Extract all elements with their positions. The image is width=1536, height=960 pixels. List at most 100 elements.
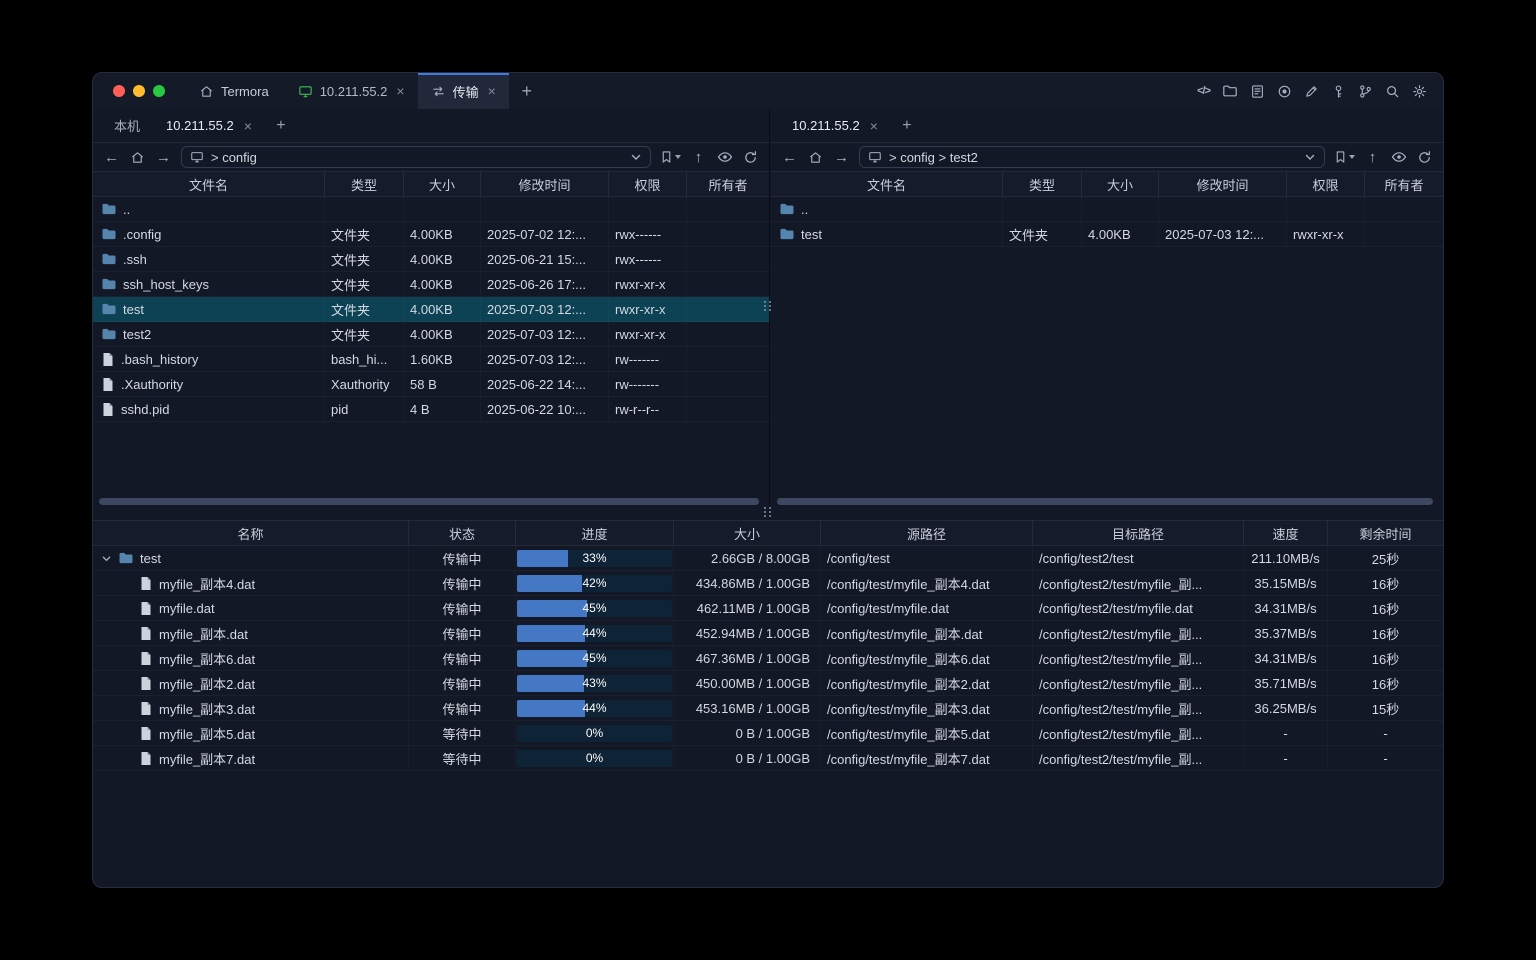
file-row[interactable]: test 文件夹 4.00KB 2025-07-03 12:... rwxr-x… — [771, 222, 1443, 247]
bookmark-button[interactable] — [660, 150, 681, 164]
folder-icon[interactable] — [1222, 83, 1238, 99]
file-row[interactable]: .config 文件夹 4.00KB 2025-07-02 12:... rwx… — [93, 222, 769, 247]
search-icon[interactable] — [1385, 84, 1400, 99]
file-row[interactable]: .. — [771, 197, 1443, 222]
titlebar-tab[interactable]: 传输 × — [418, 73, 509, 109]
transfer-row[interactable]: myfile_副本6.dat 传输中 45% 467.36MB / 1.00GB… — [93, 646, 1443, 671]
back-icon[interactable]: ← — [781, 149, 798, 166]
column-header[interactable]: 修改时间 — [481, 172, 609, 196]
column-header[interactable]: 进度 — [516, 521, 674, 545]
column-header[interactable]: 类型 — [1003, 172, 1082, 196]
column-header[interactable]: 目标路径 — [1033, 521, 1244, 545]
column-header[interactable]: 速度 — [1244, 521, 1328, 545]
file-type: 文件夹 — [325, 322, 404, 346]
file-row[interactable]: .. — [93, 197, 769, 222]
file-row[interactable]: .Xauthority Xauthority 58 B 2025-06-22 1… — [93, 372, 769, 397]
code-icon[interactable]: </> — [1197, 85, 1210, 97]
close-icon[interactable]: × — [868, 118, 878, 134]
transfer-status: 传输中 — [409, 696, 516, 720]
forward-icon[interactable]: → — [155, 149, 172, 166]
column-header[interactable]: 剩余时间 — [1328, 521, 1443, 545]
transfer-row[interactable]: myfile_副本.dat 传输中 44% 452.94MB / 1.00GB … — [93, 621, 1443, 646]
maximize-window-button[interactable] — [153, 85, 165, 97]
termora-window: Termora 10.211.55.2 × 传输 × + — [92, 72, 1444, 888]
column-header[interactable]: 大小 — [404, 172, 481, 196]
log-icon[interactable] — [1250, 84, 1265, 99]
transfer-target-path: /config/test2/test/myfile_副... — [1033, 671, 1244, 695]
new-tab-button[interactable]: + — [891, 109, 923, 142]
file-row[interactable]: sshd.pid pid 4 B 2025-06-22 10:... rw-r-… — [93, 397, 769, 422]
back-icon[interactable]: ← — [103, 149, 120, 166]
upload-icon[interactable]: ↑ — [1364, 149, 1381, 166]
file-row[interactable]: test 文件夹 4.00KB 2025-07-03 12:... rwxr-x… — [93, 297, 769, 322]
column-header[interactable]: 类型 — [325, 172, 404, 196]
refresh-icon[interactable] — [1416, 150, 1433, 165]
transfer-row[interactable]: myfile_副本4.dat 传输中 42% 434.86MB / 1.00GB… — [93, 571, 1443, 596]
path-input[interactable]: > config > test2 — [859, 146, 1325, 168]
minimize-window-button[interactable] — [133, 85, 145, 97]
file-name: test2 — [123, 327, 151, 342]
transfer-row[interactable]: myfile.dat 传输中 45% 462.11MB / 1.00GB /co… — [93, 596, 1443, 621]
transfer-splitter-handle[interactable] — [764, 507, 771, 517]
edit-icon[interactable] — [1304, 84, 1319, 99]
path-input[interactable]: > config — [181, 146, 651, 168]
panel-tab[interactable]: 本机 — [101, 109, 153, 142]
titlebar-toolbar: </> — [1197, 73, 1443, 109]
file-row[interactable]: ssh_host_keys 文件夹 4.00KB 2025-06-26 17:.… — [93, 272, 769, 297]
home-icon[interactable] — [129, 150, 146, 165]
record-icon[interactable] — [1277, 84, 1292, 99]
transfer-row[interactable]: myfile_副本2.dat 传输中 43% 450.00MB / 1.00GB… — [93, 671, 1443, 696]
column-header[interactable]: 权限 — [609, 172, 687, 196]
panel-splitter-handle[interactable] — [764, 301, 771, 311]
file-mtime: 2025-07-02 12:... — [481, 222, 609, 246]
file-perm: rw------- — [609, 347, 687, 371]
close-icon[interactable]: × — [242, 118, 252, 134]
column-header[interactable]: 名称 — [93, 521, 409, 545]
column-header[interactable]: 文件名 — [93, 172, 325, 196]
panel-tab[interactable]: 10.211.55.2 × — [779, 109, 891, 142]
column-header[interactable]: 源路径 — [821, 521, 1033, 545]
app-tab[interactable]: Termora — [183, 73, 285, 109]
close-icon[interactable]: × — [486, 83, 496, 99]
transfer-speed: 211.10MB/s — [1244, 546, 1328, 570]
collapse-icon[interactable] — [101, 553, 112, 564]
new-tab-button[interactable]: + — [265, 109, 297, 142]
horizontal-scrollbar[interactable] — [99, 498, 759, 505]
new-tab-button[interactable]: + — [509, 73, 545, 109]
bookmark-button[interactable] — [1334, 150, 1355, 164]
transfer-row[interactable]: myfile_副本7.dat 等待中 0% 0 B / 1.00GB /conf… — [93, 746, 1443, 771]
close-window-button[interactable] — [113, 85, 125, 97]
transfer-row[interactable]: myfile_副本5.dat 等待中 0% 0 B / 1.00GB /conf… — [93, 721, 1443, 746]
file-row[interactable]: .ssh 文件夹 4.00KB 2025-06-21 15:... rwx---… — [93, 247, 769, 272]
column-header[interactable]: 文件名 — [771, 172, 1003, 196]
panel-tab[interactable]: 10.211.55.2 × — [153, 109, 265, 142]
branch-icon[interactable] — [1358, 84, 1373, 99]
chevron-down-icon[interactable] — [630, 151, 642, 163]
column-header[interactable]: 权限 — [1287, 172, 1365, 196]
upload-icon[interactable]: ↑ — [690, 149, 707, 166]
key-icon[interactable] — [1331, 84, 1346, 99]
transfer-row[interactable]: test 传输中 33% 2.66GB / 8.00GB /config/tes… — [93, 546, 1443, 571]
titlebar-tab[interactable]: 10.211.55.2 × — [285, 73, 418, 109]
horizontal-scrollbar[interactable] — [777, 498, 1433, 505]
eye-icon[interactable] — [716, 150, 733, 164]
chevron-down-icon[interactable] — [1304, 151, 1316, 163]
column-header[interactable]: 大小 — [1082, 172, 1159, 196]
transfer-size: 434.86MB / 1.00GB — [674, 571, 821, 595]
close-icon[interactable]: × — [394, 83, 404, 99]
column-header[interactable]: 大小 — [674, 521, 821, 545]
settings-icon[interactable] — [1412, 84, 1427, 99]
folder-icon — [779, 226, 795, 242]
column-header[interactable]: 修改时间 — [1159, 172, 1287, 196]
column-header[interactable]: 所有者 — [687, 172, 769, 196]
column-header[interactable]: 状态 — [409, 521, 516, 545]
navbar-left: ← → > config ↑ — [93, 143, 769, 171]
home-icon[interactable] — [807, 150, 824, 165]
file-row[interactable]: test2 文件夹 4.00KB 2025-07-03 12:... rwxr-… — [93, 322, 769, 347]
file-row[interactable]: .bash_history bash_hi... 1.60KB 2025-07-… — [93, 347, 769, 372]
forward-icon[interactable]: → — [833, 149, 850, 166]
eye-icon[interactable] — [1390, 150, 1407, 164]
refresh-icon[interactable] — [742, 150, 759, 165]
transfer-row[interactable]: myfile_副本3.dat 传输中 44% 453.16MB / 1.00GB… — [93, 696, 1443, 721]
column-header[interactable]: 所有者 — [1365, 172, 1443, 196]
